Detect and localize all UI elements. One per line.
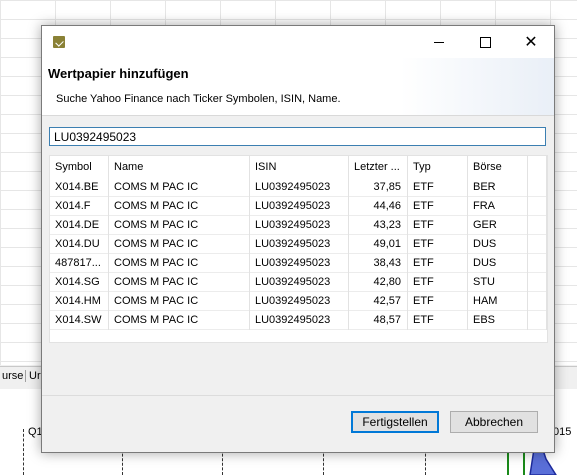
minimize-button[interactable]: [416, 26, 462, 58]
dialog-description: Suche Yahoo Finance nach Ticker Symbolen…: [56, 93, 341, 105]
column-header-exchange[interactable]: Börse: [468, 156, 528, 178]
cell-filler: [528, 216, 547, 235]
cell-exchange: STU: [468, 273, 528, 292]
cell-filler: [528, 178, 547, 197]
cell-last-price: 43,23: [349, 216, 408, 235]
cell-name: COMS M PAC IC: [109, 178, 250, 197]
cell-type: ETF: [408, 197, 468, 216]
column-header-last-price[interactable]: Letzter ...: [349, 156, 408, 178]
cell-filler: [528, 254, 547, 273]
cell-exchange: DUS: [468, 254, 528, 273]
column-header-type[interactable]: Typ: [408, 156, 468, 178]
finish-button[interactable]: Fertigstellen: [351, 411, 439, 433]
chart-gridline: [23, 429, 24, 475]
cell-exchange: FRA: [468, 197, 528, 216]
cell-filler: [528, 292, 547, 311]
cell-filler: [528, 273, 547, 292]
table-row[interactable]: X014.DU COMS M PAC IC LU0392495023 49,01 ETF…: [50, 235, 547, 254]
cell-last-price: 38,43: [349, 254, 408, 273]
cell-exchange: EBS: [468, 311, 528, 330]
table-row[interactable]: X014.SW COMS M PAC IC LU0392495023 48,57 ETF…: [50, 311, 547, 330]
column-header-filler: [528, 156, 547, 178]
table-body: X014.BE COMS M PAC IC LU0392495023 37,85 ETF…: [50, 178, 547, 330]
column-header-symbol[interactable]: Symbol: [50, 156, 109, 178]
search-input[interactable]: [49, 127, 546, 146]
close-icon: ✕: [524, 32, 538, 51]
cell-isin: LU0392495023: [250, 235, 349, 254]
cell-symbol: X014.DE: [50, 216, 109, 235]
cell-isin: LU0392495023: [250, 216, 349, 235]
cell-last-price: 48,57: [349, 311, 408, 330]
cell-symbol: X014.HM: [50, 292, 109, 311]
dialog-titlebar[interactable]: ✕: [42, 26, 554, 58]
dialog-title: Wertpapier hinzufügen: [48, 66, 189, 81]
cell-symbol: X014.DU: [50, 235, 109, 254]
cell-isin: LU0392495023: [250, 197, 349, 216]
cell-isin: LU0392495023: [250, 292, 349, 311]
maximize-icon: [479, 36, 491, 48]
cell-filler: [528, 311, 547, 330]
app-icon: [53, 36, 65, 48]
table-row[interactable]: X014.SG COMS M PAC IC LU0392495023 42,80 ETF…: [50, 273, 547, 292]
cell-last-price: 37,85: [349, 178, 408, 197]
cell-symbol: X014.SW: [50, 311, 109, 330]
cell-last-price: 42,57: [349, 292, 408, 311]
cell-name: COMS M PAC IC: [109, 235, 250, 254]
dialog-header: Wertpapier hinzufügen Suche Yahoo Financ…: [42, 58, 554, 116]
minimize-icon: [434, 41, 444, 43]
results-table: Symbol Name ISIN Letzter ... Typ Börse X…: [49, 155, 548, 343]
cell-type: ETF: [408, 292, 468, 311]
cell-type: ETF: [408, 273, 468, 292]
cell-type: ETF: [408, 216, 468, 235]
cell-name: COMS M PAC IC: [109, 273, 250, 292]
cell-name: COMS M PAC IC: [109, 311, 250, 330]
cell-filler: [528, 197, 547, 216]
cell-name: COMS M PAC IC: [109, 254, 250, 273]
cell-isin: LU0392495023: [250, 311, 349, 330]
cell-exchange: DUS: [468, 235, 528, 254]
cell-type: ETF: [408, 178, 468, 197]
table-row[interactable]: X014.DE COMS M PAC IC LU0392495023 43,23 ETF…: [50, 216, 547, 235]
cell-type: ETF: [408, 311, 468, 330]
cell-isin: LU0392495023: [250, 178, 349, 197]
cell-isin: LU0392495023: [250, 254, 349, 273]
cell-symbol: X014.BE: [50, 178, 109, 197]
cell-type: ETF: [408, 235, 468, 254]
table-header: Symbol Name ISIN Letzter ... Typ Börse: [50, 156, 547, 178]
cell-exchange: HAM: [468, 292, 528, 311]
cell-exchange: BER: [468, 178, 528, 197]
cell-name: COMS M PAC IC: [109, 292, 250, 311]
table-row[interactable]: X014.F COMS M PAC IC LU0392495023 44,46 ETF F…: [50, 197, 547, 216]
table-row[interactable]: X014.BE COMS M PAC IC LU0392495023 37,85 ETF…: [50, 178, 547, 197]
cell-filler: [528, 235, 547, 254]
cell-symbol: X014.SG: [50, 273, 109, 292]
cell-type: ETF: [408, 254, 468, 273]
cell-last-price: 49,01: [349, 235, 408, 254]
maximize-button[interactable]: [462, 26, 508, 58]
table-row[interactable]: 487817... COMS M PAC IC LU0392495023 38,43 E…: [50, 254, 547, 273]
cell-symbol: 487817...: [50, 254, 109, 273]
cell-name: COMS M PAC IC: [109, 197, 250, 216]
cell-symbol: X014.F: [50, 197, 109, 216]
cell-last-price: 42,80: [349, 273, 408, 292]
cell-name: COMS M PAC IC: [109, 216, 250, 235]
close-button[interactable]: ✕: [508, 26, 554, 58]
cancel-button[interactable]: Abbrechen: [450, 411, 538, 433]
footer-divider: [42, 395, 554, 396]
column-header-name[interactable]: Name: [109, 156, 250, 178]
cell-isin: LU0392495023: [250, 273, 349, 292]
cell-exchange: GER: [468, 216, 528, 235]
background-tab-kurse[interactable]: urse: [0, 370, 27, 382]
column-header-isin[interactable]: ISIN: [250, 156, 349, 178]
cell-last-price: 44,46: [349, 197, 408, 216]
add-security-dialog: ✕ Wertpapier hinzufügen Suche Yahoo Fina…: [41, 25, 555, 453]
table-row[interactable]: X014.HM COMS M PAC IC LU0392495023 42,57 ETF…: [50, 292, 547, 311]
